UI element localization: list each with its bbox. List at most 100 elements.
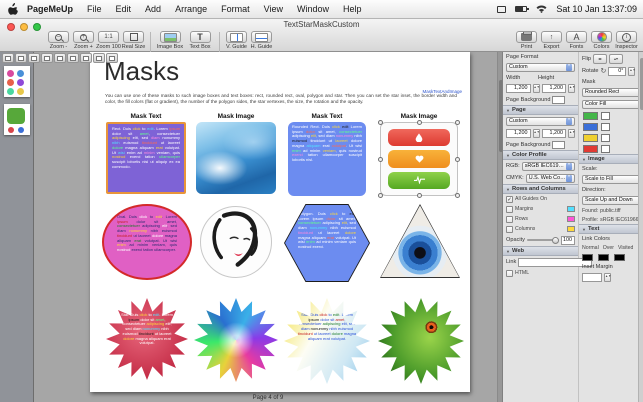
page-tool-button-7[interactable]: [80, 53, 92, 63]
opacity-slider[interactable]: [526, 236, 559, 244]
menu-help[interactable]: Help: [336, 0, 369, 19]
cmyk-profile-dropdown[interactable]: U.S. Web Coated (SWOP) v2▾: [525, 173, 575, 183]
menu-view[interactable]: View: [257, 0, 290, 19]
menu-arrange[interactable]: Arrange: [168, 0, 214, 19]
fill-color-well-blue[interactable]: [583, 122, 598, 131]
section-rows-columns[interactable]: ▼ Rows and Columns: [503, 184, 578, 194]
menu-file[interactable]: File: [80, 0, 109, 19]
mask-triangle-image-eye[interactable]: [380, 204, 460, 278]
zoom-100-button[interactable]: 1:1 Zoom 100: [96, 31, 121, 50]
mask-star-image-frog[interactable]: [378, 298, 464, 384]
selection-handle[interactable]: [378, 156, 383, 162]
fonts-button[interactable]: A Fonts: [564, 31, 589, 50]
menu-app-name[interactable]: PageMeUp: [20, 0, 80, 19]
mask-rect-image-ocean[interactable]: [196, 122, 276, 194]
mask-roundedrect-image-health[interactable]: [378, 120, 460, 198]
page-background-colorwell-2[interactable]: [552, 140, 566, 149]
flip-horizontal-button[interactable]: ◂▸: [593, 53, 608, 64]
page-tool-button-6[interactable]: [67, 53, 79, 63]
page-thumbnail-current[interactable]: [4, 66, 30, 97]
selection-handle[interactable]: [416, 120, 422, 125]
mask-shape-dropdown[interactable]: Rounded Rect▾: [582, 87, 643, 97]
page-tool-button-4[interactable]: [41, 53, 53, 63]
page-tool-button-8[interactable]: [93, 53, 105, 63]
columns-color-chip[interactable]: [567, 226, 575, 232]
inspector-button[interactable]: i Inspector: [614, 31, 639, 50]
page-format-dropdown[interactable]: Custom ▾: [506, 62, 575, 72]
real-size-button[interactable]: Real Size: [121, 31, 146, 50]
text-box-button[interactable]: T Text Box: [185, 31, 215, 50]
inset-margin-stepper[interactable]: ▲▼: [604, 272, 611, 282]
fill-type-dropdown[interactable]: Color Fill▾: [582, 99, 643, 109]
section-page[interactable]: ▼ Page: [503, 105, 578, 115]
fill-color-well-red[interactable]: [583, 144, 598, 153]
width-stepper-2[interactable]: ▲▼: [532, 128, 540, 138]
menu-format[interactable]: Format: [214, 0, 257, 19]
mask-hexagon-text[interactable]: Polygon. Duis click to edit Lorem ipsum …: [284, 204, 370, 282]
opacity-slider-knob[interactable]: [552, 236, 559, 244]
all-guides-checkbox[interactable]: ✓: [506, 195, 513, 203]
selection-handle[interactable]: [455, 156, 460, 162]
colors-button[interactable]: Colors: [589, 31, 614, 50]
opacity-value-field[interactable]: 100: [561, 235, 575, 245]
fill-color-well-green[interactable]: [583, 111, 598, 120]
wifi-status-icon[interactable]: [536, 5, 547, 13]
fill-color-secondary-well[interactable]: [601, 133, 610, 142]
link-normal-colorwell[interactable]: [582, 253, 593, 261]
fill-color-secondary-well[interactable]: [601, 144, 610, 153]
image-box-button[interactable]: Image Box: [155, 31, 185, 50]
mask-star-image-abstract[interactable]: [194, 298, 278, 382]
page-mode-dropdown[interactable]: Custom ▾: [506, 116, 575, 126]
fill-color-secondary-well[interactable]: [601, 111, 610, 120]
v-guide-button[interactable]: V. Guide: [224, 31, 249, 50]
apple-menu[interactable]: [6, 3, 20, 15]
menu-add[interactable]: Add: [138, 0, 168, 19]
mask-star-text-red[interactable]: Star. Duis click to edit. Lorem ipsum do…: [106, 298, 188, 380]
link-visited-colorwell[interactable]: [614, 253, 625, 261]
zoom-out-button[interactable]: – Zoom -: [46, 31, 71, 50]
page-tool-button-5[interactable]: [54, 53, 66, 63]
section-text[interactable]: ▼ Text: [579, 224, 643, 234]
section-image[interactable]: ▼ Image: [579, 154, 643, 164]
flip-vertical-button[interactable]: ▴▾: [609, 53, 624, 64]
page-thumbnail-next[interactable]: [4, 104, 30, 135]
mask-oval-text[interactable]: Oval. Duis click to edit. Lorem ipsum do…: [102, 204, 192, 280]
display-status-icon[interactable]: [497, 5, 507, 13]
fill-color-well-yellow[interactable]: [583, 133, 598, 142]
rotate-stepper[interactable]: ▲▼: [628, 66, 636, 76]
rotate-dial-icon[interactable]: ↻: [600, 67, 606, 75]
page-height-field-2[interactable]: 1,200: [541, 128, 566, 138]
selection-handle[interactable]: [455, 120, 460, 125]
selection-handle[interactable]: [378, 193, 383, 198]
menu-edit[interactable]: Edit: [109, 0, 139, 19]
height-stepper-2[interactable]: ▲▼: [568, 128, 575, 138]
mask-circle-image-face[interactable]: [200, 206, 272, 278]
margins-checkbox[interactable]: [506, 205, 513, 213]
selection-handle[interactable]: [378, 120, 383, 125]
page-tool-button-9[interactable]: [106, 53, 118, 63]
selection-handle[interactable]: [416, 193, 422, 198]
inspector-scrollbar[interactable]: [638, 52, 643, 402]
fill-color-secondary-well[interactable]: [601, 122, 610, 131]
print-button[interactable]: Print: [514, 31, 539, 50]
mask-star-text-light[interactable]: Star. Duis click to edit. Lorem ipsum do…: [284, 298, 370, 384]
rotate-value-field[interactable]: 0°: [608, 66, 627, 76]
zoom-in-button[interactable]: + Zoom +: [71, 31, 96, 50]
menu-clock[interactable]: Sat 10 Jan 13:37:09: [556, 4, 637, 14]
export-button[interactable]: ↑ Export: [539, 31, 564, 50]
inspector-scrollbar-thumb[interactable]: [639, 58, 643, 110]
page-tool-button-3[interactable]: [28, 53, 40, 63]
image-direction-dropdown[interactable]: Scale Up and Down▾: [582, 195, 643, 205]
margins-color-chip[interactable]: [567, 206, 575, 212]
page-tool-button-2[interactable]: [15, 53, 27, 63]
page-width-field[interactable]: 1,200: [506, 83, 531, 93]
rows-checkbox[interactable]: [506, 215, 513, 223]
h-guide-button[interactable]: H. Guide: [249, 31, 274, 50]
rgb-profile-dropdown[interactable]: sRGB IEC61966-2.1▾: [521, 161, 575, 171]
mask-rect-text[interactable]: Rect. Duis click to edit. Lorem ipsum do…: [106, 122, 186, 194]
page-width-field-2[interactable]: 1,200: [506, 128, 531, 138]
page-tool-button-1[interactable]: [2, 53, 14, 63]
rows-color-chip[interactable]: [567, 216, 575, 222]
mask-roundedrect-text[interactable]: Rounded Rect. Duis click edit Lorem ipsu…: [288, 122, 366, 196]
inset-margin-field[interactable]: [582, 272, 602, 282]
